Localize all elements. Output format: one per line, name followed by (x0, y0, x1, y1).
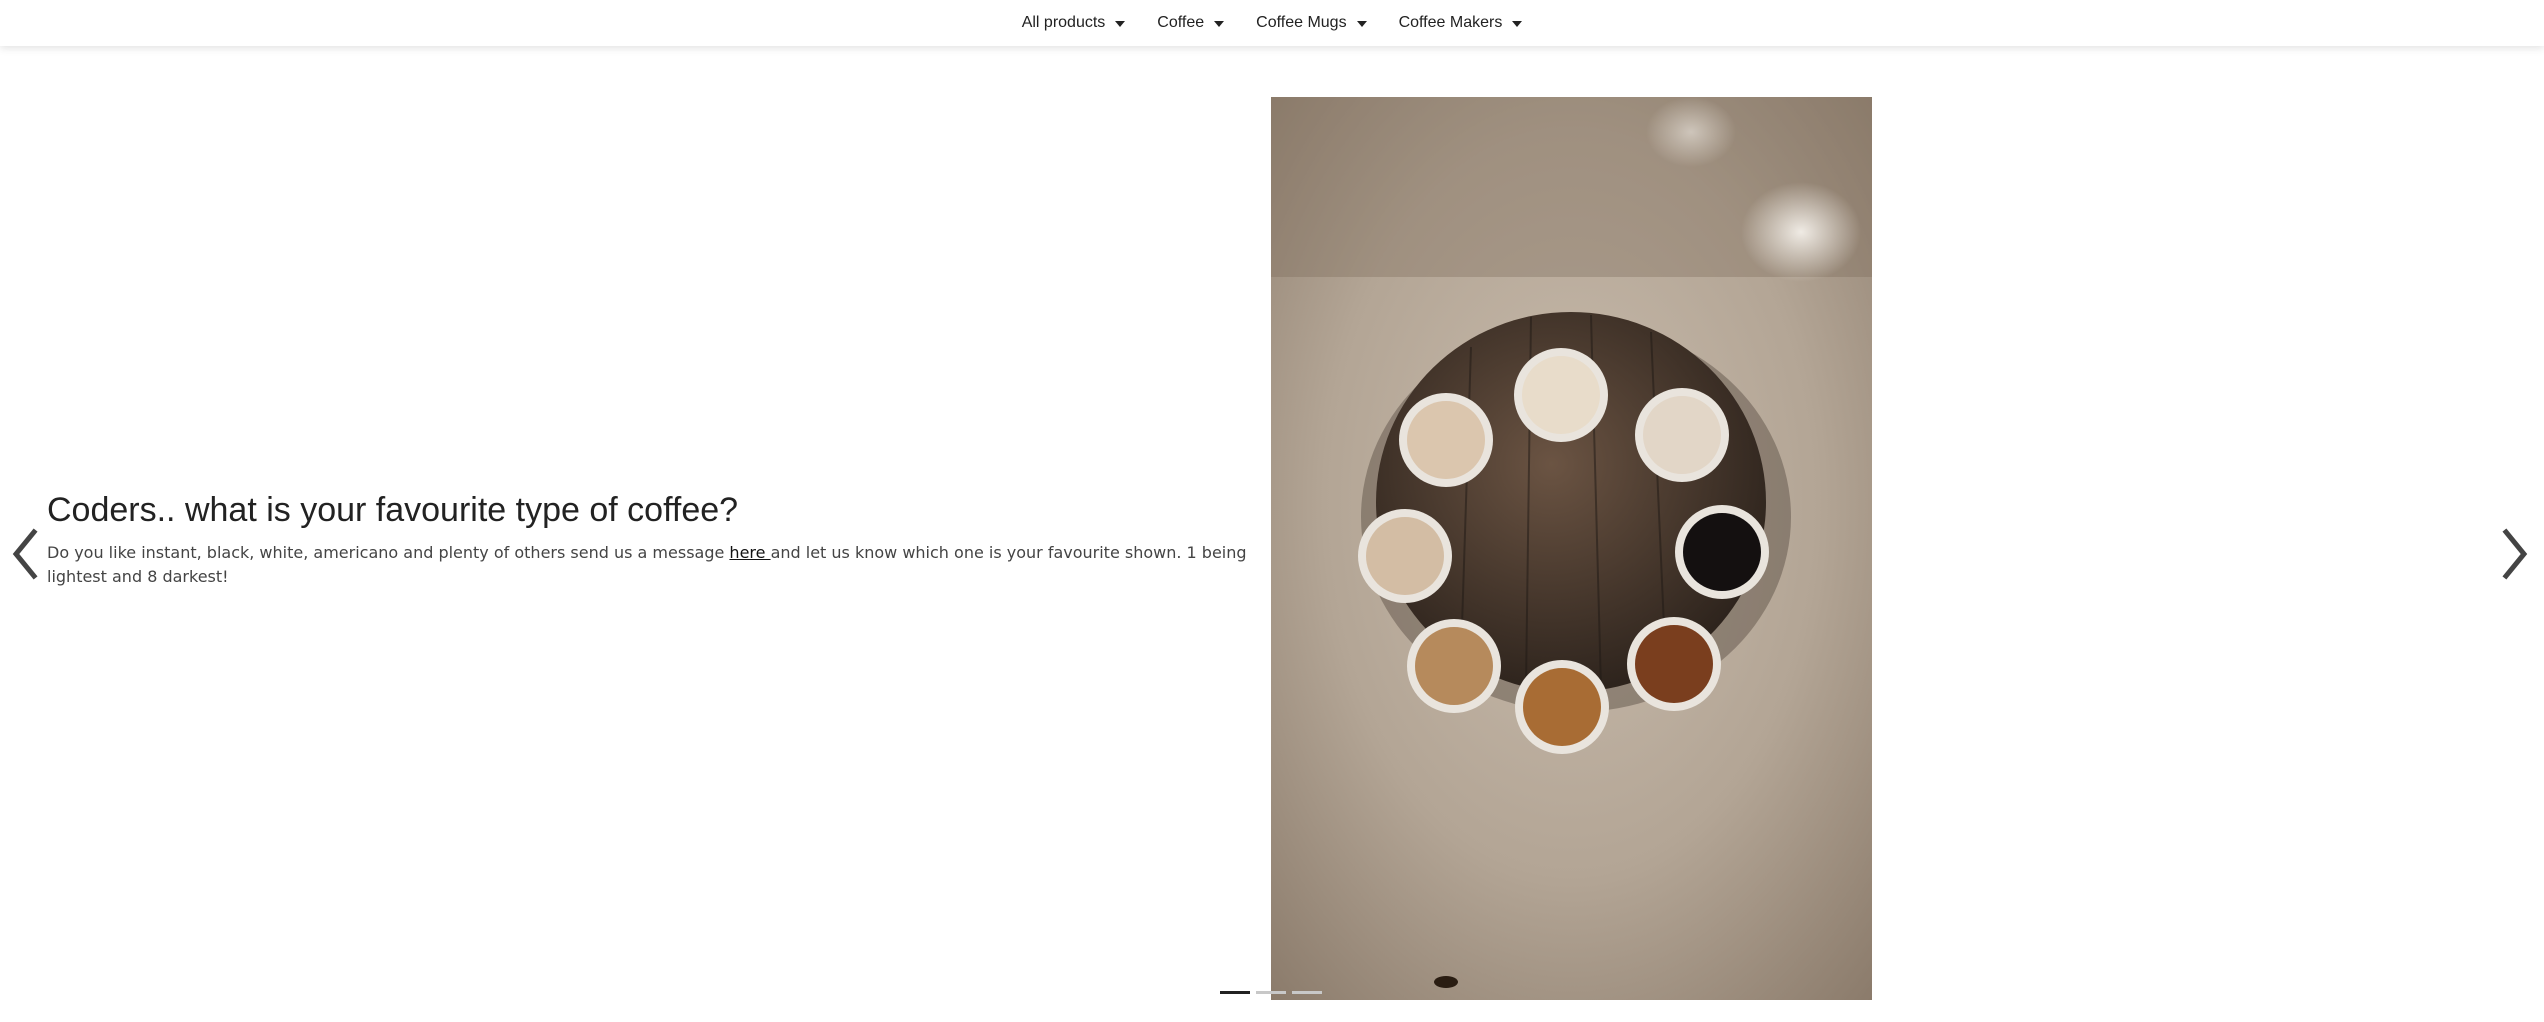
chevron-right-icon (2502, 528, 2528, 580)
nav-label: All products (1021, 14, 1106, 31)
caret-down-icon (1214, 20, 1225, 27)
slide-caption: Coders.. what is your favourite type of … (47, 490, 1267, 589)
top-navbar: All products Coffee Coffee Mugs Coffee M… (0, 0, 2544, 46)
slide-body-text: Do you like instant, black, white, ameri… (47, 542, 730, 562)
caret-down-icon (1115, 20, 1126, 27)
message-link[interactable]: here (729, 543, 770, 562)
caret-down-icon (1512, 20, 1523, 27)
nav-dropdown-coffee-makers[interactable]: Coffee Makers (1397, 8, 1525, 38)
nav-label: Coffee Makers (1398, 14, 1503, 31)
coffee-cups-image (1271, 97, 1872, 1000)
carousel-indicator-3[interactable] (1292, 991, 1322, 994)
carousel-indicator-2[interactable] (1256, 991, 1286, 994)
carousel-next-button[interactable] (2494, 524, 2534, 584)
nav-label: Coffee Mugs (1256, 14, 1347, 31)
carousel-indicators (1220, 991, 1322, 994)
hero-carousel: Coders.. what is your favourite type of … (0, 46, 2544, 1022)
caret-down-icon (1356, 20, 1367, 27)
nav-dropdown-all-products[interactable]: All products (1020, 8, 1128, 38)
nav-dropdown-coffee-mugs[interactable]: Coffee Mugs (1254, 8, 1368, 38)
nav-label: Coffee (1157, 14, 1205, 31)
slide-title: Coders.. what is your favourite type of … (47, 491, 739, 529)
slide-description: Do you like instant, black, white, ameri… (47, 541, 1267, 589)
carousel-prev-button[interactable] (6, 524, 46, 584)
carousel-indicator-1[interactable] (1220, 991, 1250, 994)
nav-dropdown-coffee[interactable]: Coffee (1155, 8, 1226, 38)
chevron-left-icon (12, 528, 38, 580)
